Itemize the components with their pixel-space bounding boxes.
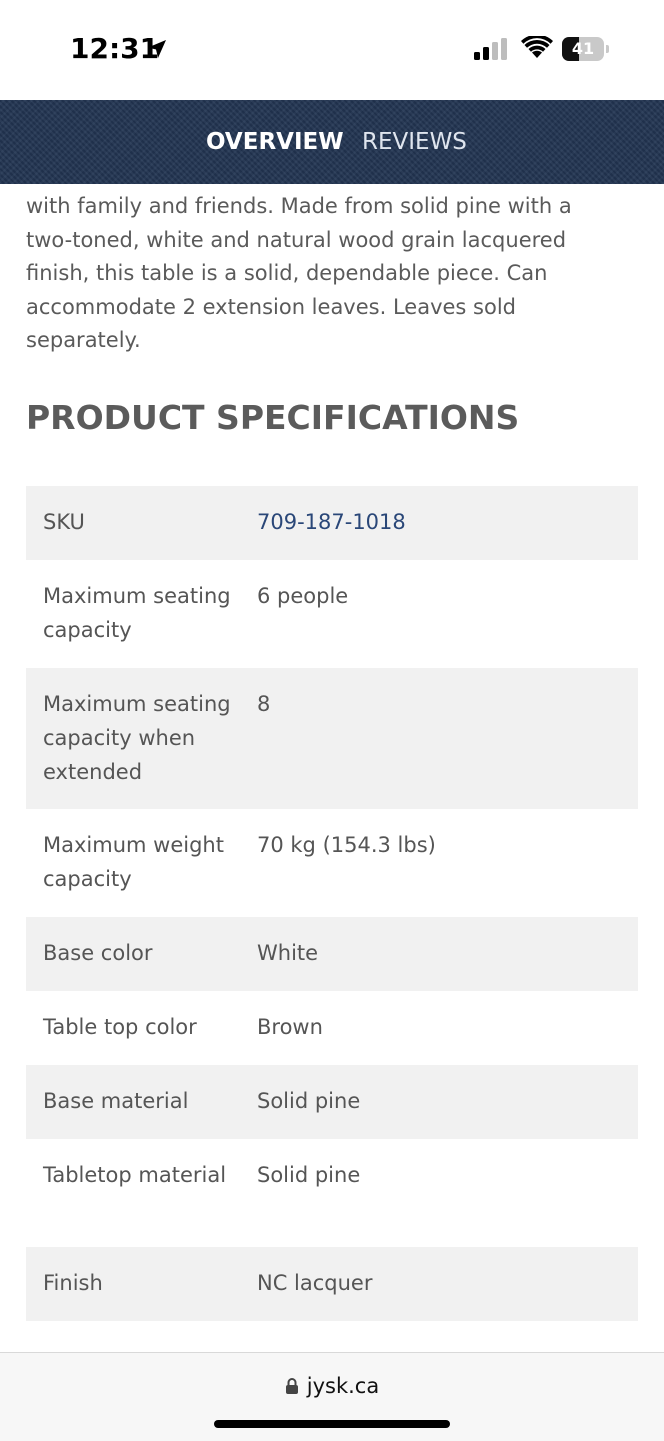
spec-label: Maximum seating capacity bbox=[43, 584, 231, 642]
signal-icon bbox=[474, 38, 507, 60]
spec-label: Base material bbox=[43, 1089, 189, 1113]
spec-label: Maximum weight capacity bbox=[43, 833, 224, 891]
browser-address-bar[interactable]: jysk.ca bbox=[0, 1352, 664, 1441]
spec-row-top-color: Table top color Brown bbox=[26, 991, 638, 1065]
battery-icon: 41 bbox=[562, 37, 604, 61]
specifications-table: SKU 709-187-1018 Maximum seating capacit… bbox=[26, 486, 638, 1321]
spec-row-seating: Maximum seating capacity 6 people bbox=[26, 560, 638, 668]
tab-overview[interactable]: OVERVIEW bbox=[206, 126, 344, 158]
spec-value: NC lacquer bbox=[257, 1271, 373, 1295]
spec-label: SKU bbox=[43, 510, 85, 534]
wifi-icon bbox=[521, 36, 553, 58]
battery-level: 41 bbox=[571, 39, 595, 58]
lock-icon bbox=[285, 1378, 298, 1394]
specifications-heading: PRODUCT SPECIFICATIONS bbox=[26, 398, 520, 437]
url-text: jysk.ca bbox=[306, 1374, 380, 1398]
spec-row-seating-extended: Maximum seating capacity when extended 8 bbox=[26, 668, 638, 809]
battery-nub bbox=[606, 45, 609, 53]
spec-row-sku: SKU 709-187-1018 bbox=[26, 486, 638, 560]
spec-value: White bbox=[257, 941, 319, 965]
url-display[interactable]: jysk.ca bbox=[0, 1371, 664, 1401]
spec-value: 70 kg (154.3 lbs) bbox=[257, 833, 436, 857]
description-line: finish, this table is a solid, dependabl… bbox=[26, 261, 548, 286]
spec-label: Maximum seating capacity when extended bbox=[43, 692, 231, 784]
description-line: with family and friends. Made from solid… bbox=[26, 194, 572, 218]
description-line: separately. bbox=[26, 328, 141, 353]
home-indicator[interactable] bbox=[214, 1420, 450, 1428]
spec-row-base-material: Base material Solid pine bbox=[26, 1065, 638, 1139]
spec-value: 8 bbox=[257, 692, 271, 716]
spec-value: 6 people bbox=[257, 584, 349, 608]
product-tab-bar: OVERVIEW REVIEWS bbox=[0, 100, 664, 184]
spec-value: Solid pine bbox=[257, 1163, 361, 1187]
spec-label: Tabletop material bbox=[43, 1163, 227, 1187]
product-description: with family and friends. Made from solid… bbox=[26, 190, 636, 358]
description-line: accommodate 2 extension leaves. Leaves s… bbox=[26, 294, 516, 319]
spec-row-tabletop-material: Tabletop material Solid pine bbox=[26, 1139, 638, 1247]
spec-row-base-color: Base color White bbox=[26, 917, 638, 991]
spec-label: Table top color bbox=[43, 1015, 197, 1039]
location-arrow-icon bbox=[148, 40, 166, 58]
status-bar: 12:31 41 bbox=[0, 0, 664, 100]
spec-label: Base color bbox=[43, 941, 153, 965]
spec-value: Brown bbox=[257, 1015, 323, 1039]
description-line: two-toned, white and natural wood grain … bbox=[26, 227, 567, 252]
tab-reviews[interactable]: REVIEWS bbox=[362, 126, 467, 158]
spec-label: Finish bbox=[43, 1271, 103, 1295]
spec-row-finish: Finish NC lacquer bbox=[26, 1247, 638, 1321]
spec-value: Solid pine bbox=[257, 1089, 361, 1113]
sku-value[interactable]: 709-187-1018 bbox=[257, 505, 627, 539]
spec-row-weight: Maximum weight capacity 70 kg (154.3 lbs… bbox=[26, 809, 638, 917]
